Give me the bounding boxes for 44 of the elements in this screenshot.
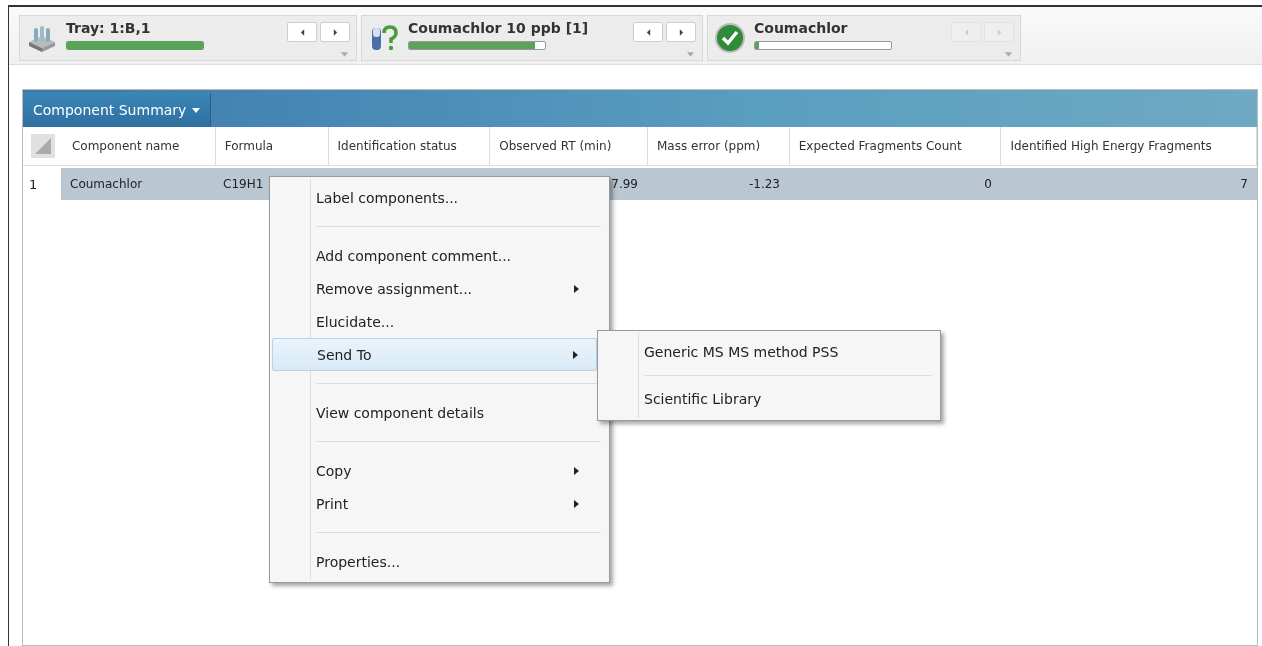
dropdown-icon[interactable] (687, 52, 694, 57)
table-cell: 7 (1240, 177, 1248, 191)
menu-item[interactable]: Scientific Library (600, 380, 938, 418)
menu-item[interactable]: View component details (272, 396, 597, 429)
menu-item[interactable]: Generic MS MS method PSS (600, 333, 938, 371)
previous-button[interactable] (287, 22, 317, 42)
left-arrow-icon (963, 28, 969, 36)
table-cell: -1.23 (748, 177, 780, 191)
component-summary-dropdown[interactable]: Component Summary (23, 93, 212, 127)
right-arrow-icon (678, 28, 684, 36)
column-header[interactable]: Expected Fragments Count (798, 139, 962, 153)
sample-title: Coumachlor (754, 20, 848, 36)
dropdown-icon[interactable] (1005, 52, 1012, 57)
dropdown-icon[interactable] (341, 52, 348, 57)
caret-icon (192, 107, 201, 113)
column-header[interactable]: Identification status (337, 139, 457, 153)
menu-item[interactable]: Copy (272, 454, 597, 487)
row-number: 1 (29, 176, 38, 192)
sample-title: Coumachlor 10 ppb [1] (408, 20, 589, 36)
sample-title: Tray: 1:B,1 (66, 20, 151, 36)
menu-item[interactable]: Elucidate... (272, 305, 597, 338)
table-cell: C19H1 (223, 177, 264, 191)
column-header[interactable]: Formula (224, 139, 274, 153)
previous-button[interactable] (633, 22, 663, 42)
next-button[interactable] (666, 22, 696, 42)
next-button[interactable] (320, 22, 350, 42)
menu-item[interactable]: Add component comment... (272, 239, 597, 272)
right-arrow-icon (332, 28, 338, 36)
menu-item[interactable]: Remove assignment... (272, 272, 597, 305)
column-header[interactable]: Mass error (ppm) (657, 139, 761, 153)
menu-item[interactable]: Properties... (272, 545, 597, 578)
column-header[interactable]: Identified High Energy Fragments (1010, 139, 1212, 153)
column-header[interactable]: Component name (71, 139, 180, 153)
select-all-icon[interactable] (30, 134, 55, 158)
menu-item[interactable]: Print (272, 487, 597, 520)
left-arrow-icon (299, 28, 305, 36)
column-header[interactable]: Observed RT (min) (499, 139, 612, 153)
table-cell: Coumachlor (70, 177, 143, 191)
right-arrow-icon (996, 28, 1002, 36)
menu-item[interactable]: Send To (272, 338, 597, 371)
check-icon (714, 22, 746, 54)
table-cell: 7.99 (611, 177, 638, 191)
left-arrow-icon (645, 28, 651, 36)
table-cell: 0 (984, 177, 992, 191)
